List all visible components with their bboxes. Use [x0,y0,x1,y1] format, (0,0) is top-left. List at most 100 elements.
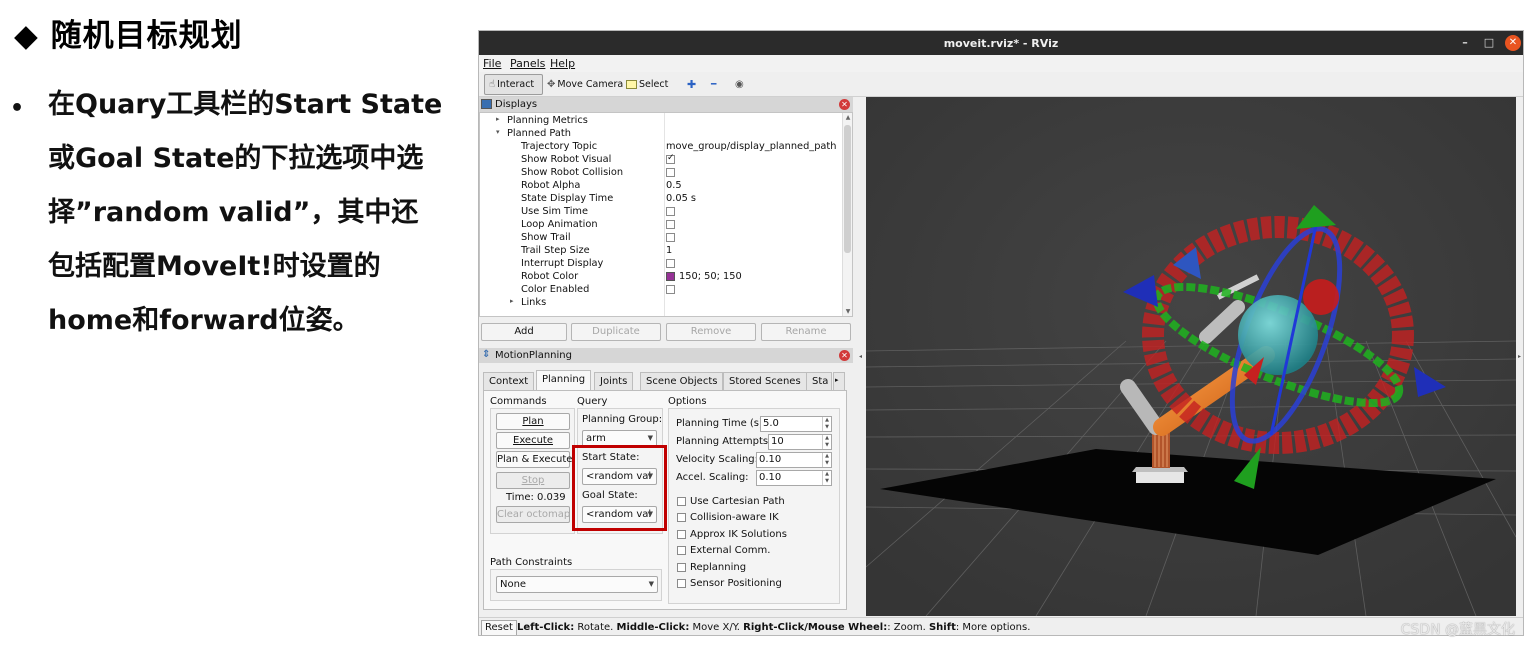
accel-scaling-input[interactable]: 0.10 ▲ ▼ [756,470,832,486]
tree-row-value[interactable]: move_group/display_planned_path [666,141,836,152]
expand-arrow-icon[interactable]: ▸ [510,297,514,305]
tree-row-value[interactable]: 0.05 s [666,193,696,204]
motion-planning-icon: ⇕ [482,349,491,360]
scroll-thumb[interactable] [844,125,851,253]
menu-file[interactable]: File [483,57,501,70]
close-window-button[interactable]: ✕ [1505,35,1521,51]
tree-row-value[interactable]: 0.5 [666,180,682,191]
external-comm-checkbox[interactable] [677,546,686,555]
accel-scaling-label: Accel. Scaling: [676,472,749,483]
tree-row-loop-animation[interactable]: Loop Animation [480,219,842,232]
show-trail-checkbox[interactable] [666,232,675,242]
color-swatch[interactable] [666,271,675,281]
tree-row-robot-alpha[interactable]: Robot Alpha 0.5 [480,180,842,193]
color-enabled-checkbox[interactable] [666,284,675,294]
tree-row-show-robot-collision[interactable]: Show Robot Collision [480,167,842,180]
sensor-positioning-option[interactable]: Sensor Positioning [677,578,782,589]
tree-row-planned-path[interactable]: ▾ Planned Path [480,128,842,141]
add-tool-button[interactable]: ✚ [683,74,700,95]
loop-animation-checkbox[interactable] [666,219,675,229]
tree-row-links[interactable]: ▸ Links [480,297,842,310]
scroll-up-icon[interactable]: ▲ [843,114,852,121]
external-comm-option[interactable]: External Comm. [677,545,770,556]
tab-scroll-right-icon[interactable]: ▸ [835,376,839,384]
tab-planning[interactable]: Planning [536,370,592,391]
collapse-right-icon[interactable]: ▸ [1518,353,1521,360]
interrupt-display-checkbox[interactable] [666,258,675,268]
tree-row-trail-step-size[interactable]: Trail Step Size 1 [480,245,842,258]
remove-display-button[interactable]: Remove [666,323,756,341]
planning-time-input[interactable]: 5.0 ▲ ▼ [760,416,832,432]
tab-scroll-arrows[interactable]: ▸ [833,372,845,390]
sensor-positioning-checkbox[interactable] [677,579,686,588]
reset-button[interactable]: Reset [481,620,517,635]
tree-row-show-trail[interactable]: Show Trail [480,232,842,245]
use-cartesian-path-checkbox[interactable] [677,497,686,506]
tab-joints[interactable]: Joints [594,372,634,390]
goal-sphere[interactable] [1238,295,1318,375]
rename-display-button[interactable]: Rename [761,323,851,341]
approx-ik-option[interactable]: Approx IK Solutions [677,529,787,540]
move-camera-tool[interactable]: ✥ Move Camera [543,74,627,95]
collision-aware-ik-checkbox[interactable] [677,513,686,522]
collision-aware-ik-option[interactable]: Collision-aware IK [677,512,779,523]
path-constraints-select[interactable]: None ▼ [496,576,658,593]
tree-row-use-sim-time[interactable]: Use Sim Time [480,206,842,219]
scroll-down-icon[interactable]: ▼ [843,308,852,315]
replanning-option[interactable]: Replanning [677,562,746,573]
option-label: Approx IK Solutions [690,529,787,540]
tree-row-show-robot-visual[interactable]: Show Robot Visual [480,153,842,167]
tree-row-state-display-time[interactable]: State Display Time 0.05 s [480,193,842,206]
plan-and-execute-button[interactable]: Plan & Execute [496,451,572,468]
spin-arrows-icon[interactable]: ▲ ▼ [822,471,831,485]
duplicate-display-button[interactable]: Duplicate [571,323,661,341]
panels-visibility-button[interactable]: ◉ [731,74,748,95]
maximize-button[interactable]: □ [1481,35,1497,51]
tree-row-planning-metrics[interactable]: ▸ Planning Metrics [480,115,842,128]
use-sim-time-checkbox[interactable] [666,206,675,216]
tab-stored-scenes[interactable]: Stored Scenes [723,372,807,390]
spin-arrows-icon[interactable]: ▲ ▼ [822,435,831,449]
tree-row-color-enabled[interactable]: Color Enabled [480,284,842,297]
clear-octomap-button[interactable]: Clear octomap [496,506,570,523]
motion-planning-close-button[interactable]: ✕ [839,350,850,361]
execute-button[interactable]: Execute [496,432,570,449]
tree-row-interrupt-display[interactable]: Interrupt Display [480,258,842,271]
tab-context[interactable]: Context [483,372,535,390]
planning-attempts-input[interactable]: 10 ▲ ▼ [768,434,832,450]
spin-arrows-icon[interactable]: ▲ ▼ [822,453,831,467]
plan-button[interactable]: Plan [496,413,570,430]
option-label: External Comm. [690,545,771,556]
displays-scrollbar[interactable]: ▲ ▼ [842,113,852,316]
remove-tool-button[interactable]: ━ [707,74,720,95]
planning-group-label: Planning Group: [582,414,663,425]
window-titlebar[interactable]: moveit.rviz* - RViz – □ ✕ [479,31,1523,55]
tree-row-robot-color[interactable]: Robot Color 150; 50; 150 [480,271,842,284]
tab-stored-states[interactable]: Sta [806,372,832,390]
show-robot-visual-checkbox[interactable] [666,153,675,164]
tree-row-trajectory-topic[interactable]: Trajectory Topic move_group/display_plan… [480,141,842,154]
select-tool[interactable]: Select [622,74,672,95]
approx-ik-checkbox[interactable] [677,530,686,539]
add-display-button[interactable]: Add [481,323,567,341]
spin-arrows-icon[interactable]: ▲ ▼ [822,417,831,431]
3d-viewport[interactable] [866,97,1516,616]
replanning-checkbox[interactable] [677,563,686,572]
displays-close-button[interactable]: ✕ [839,99,850,110]
show-robot-collision-checkbox[interactable] [666,167,675,177]
red-handle[interactable] [1303,279,1339,315]
minimize-button[interactable]: – [1457,35,1473,51]
tree-row-value[interactable]: 1 [666,245,672,256]
collapse-arrow-icon[interactable]: ▾ [496,128,500,136]
use-cartesian-path-option[interactable]: Use Cartesian Path [677,496,785,507]
slide-line: 包括配置MoveIt!时设置的 [48,251,381,282]
collapse-left-icon[interactable]: ◂ [859,353,862,360]
menu-panels[interactable]: Panels [510,57,545,70]
menu-help[interactable]: Help [550,57,575,70]
tab-scene-objects[interactable]: Scene Objects [640,372,724,390]
stop-button[interactable]: Stop [496,472,570,489]
velocity-scaling-input[interactable]: 0.10 ▲ ▼ [756,452,832,468]
status-key: Middle-Click: [616,622,690,633]
expand-arrow-icon[interactable]: ▸ [496,115,500,123]
interact-tool[interactable]: ☝ Interact [484,74,543,95]
